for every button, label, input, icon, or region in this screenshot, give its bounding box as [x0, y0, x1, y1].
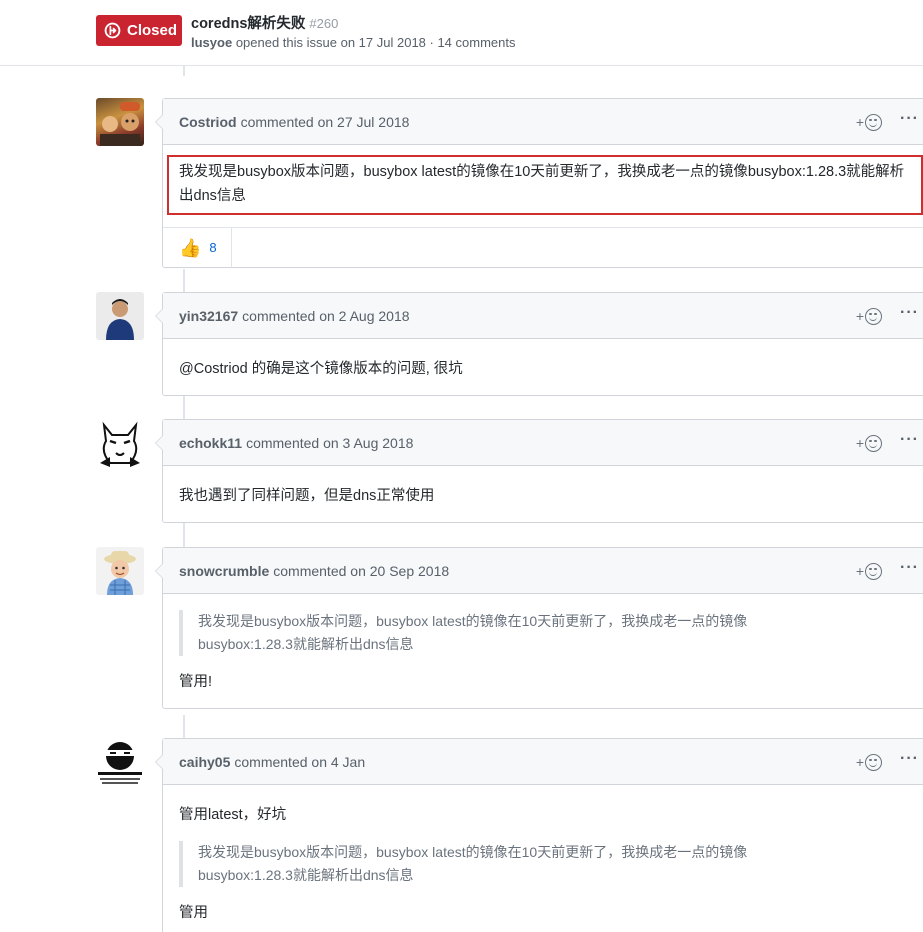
comment-actions: + ··· — [856, 99, 919, 145]
comment-body: 我发现是busybox版本问题，busybox latest的镜像在10天前更新… — [163, 145, 923, 227]
comment-timestamp[interactable]: commented on 2 Aug 2018 — [242, 308, 409, 324]
smiley-icon — [865, 113, 883, 131]
avatar-echokk-image — [100, 421, 140, 467]
comment-text: 我也遇到了同样问题，但是dns正常使用 — [179, 488, 435, 504]
comment-body: 我也遇到了同样问题，但是dns正常使用 — [163, 466, 923, 522]
avatar[interactable] — [96, 738, 144, 786]
comment-box: Costriod commented on 27 Jul 2018 + ··· … — [155, 98, 923, 268]
comment-actions: + ··· — [856, 548, 919, 594]
avatar-costriod-image — [100, 102, 140, 146]
comment-text: 管用latest，好坑 — [179, 807, 287, 823]
comment-body: 管用latest，好坑 我发现是busybox版本问题，busybox late… — [163, 785, 923, 932]
issue-closed-icon — [104, 22, 121, 39]
plus-icon: + — [855, 754, 865, 770]
comment-actions: + ··· — [856, 739, 919, 785]
comment-header: caihy05 commented on 4 Jan + ··· — [163, 739, 923, 785]
more-options-icon[interactable]: ··· — [900, 432, 919, 454]
issue-state-label: Closed — [127, 22, 178, 39]
avatar-snowcrumble-image — [104, 551, 136, 595]
comment-box: yin32167 commented on 2 Aug 2018 + ··· @… — [155, 292, 923, 396]
comment-box: caihy05 commented on 4 Jan + ··· 管用lates… — [155, 738, 923, 932]
comment-author[interactable]: echokk11 — [179, 435, 242, 451]
comment-header: snowcrumble commented on 20 Sep 2018 + ·… — [163, 548, 923, 594]
comment-header: echokk11 commented on 3 Aug 2018 + ··· — [163, 420, 923, 466]
comment-actions: + ··· — [856, 420, 919, 466]
comment-actions: + ··· — [856, 293, 919, 339]
comment-author[interactable]: caihy05 — [179, 754, 230, 770]
more-options-icon[interactable]: ··· — [900, 111, 919, 133]
comment-body: 我发现是busybox版本问题，busybox latest的镜像在10天前更新… — [163, 594, 923, 708]
comment-text: 管用 — [179, 905, 208, 921]
thumbs-up-icon: 👍 — [179, 237, 202, 258]
comment-author[interactable]: Costriod — [179, 114, 237, 130]
issue-number: #260 — [309, 16, 339, 31]
quoted-text: 我发现是busybox版本问题，busybox latest的镜像在10天前更新… — [179, 610, 799, 656]
plus-icon: + — [855, 563, 865, 579]
comment-timestamp[interactable]: commented on 3 Aug 2018 — [246, 435, 413, 451]
add-reaction-button[interactable]: + — [855, 562, 883, 580]
avatar[interactable] — [96, 547, 144, 595]
add-reaction-button[interactable]: + — [855, 434, 883, 452]
issue-title-text[interactable]: coredns解析失败 — [191, 16, 305, 32]
timeline-line — [183, 66, 185, 76]
issue-state-badge: Closed — [96, 15, 182, 46]
avatar[interactable] — [96, 98, 144, 146]
quoted-text: 我发现是busybox版本问题，busybox latest的镜像在10天前更新… — [179, 841, 799, 887]
plus-icon: + — [855, 114, 865, 130]
comment-box: echokk11 commented on 3 Aug 2018 + ··· 我… — [155, 419, 923, 523]
comment-header: Costriod commented on 27 Jul 2018 + ··· — [163, 99, 923, 145]
highlight-annotation-box: 我发现是busybox版本问题，busybox latest的镜像在10天前更新… — [167, 155, 923, 215]
comment-author[interactable]: yin32167 — [179, 308, 238, 324]
issue-title: coredns解析失败 #260 — [191, 12, 338, 33]
add-reaction-button[interactable]: + — [855, 753, 883, 771]
comment-timestamp[interactable]: commented on 4 Jan — [234, 754, 365, 770]
avatar-yin-image — [106, 299, 134, 340]
add-reaction-button[interactable]: + — [855, 307, 883, 325]
more-options-icon[interactable]: ··· — [900, 560, 919, 582]
avatar[interactable] — [96, 292, 144, 340]
timeline-line — [183, 715, 185, 739]
comment-text: 我发现是busybox版本问题，busybox latest的镜像在10天前更新… — [179, 164, 905, 204]
reaction-count: 8 — [209, 240, 217, 255]
timeline-line — [183, 523, 185, 547]
comment-timestamp[interactable]: commented on 27 Jul 2018 — [241, 114, 410, 130]
more-options-icon[interactable]: ··· — [900, 751, 919, 773]
plus-icon: + — [855, 308, 865, 324]
smiley-icon — [865, 562, 883, 580]
comment-body: @Costriod 的确是这个镜像版本的问题, 很坑 — [163, 339, 923, 395]
issue-meta-text: opened this issue on 17 Jul 2018 · 14 co… — [235, 35, 516, 50]
more-options-icon[interactable]: ··· — [900, 305, 919, 327]
comment-header: yin32167 commented on 2 Aug 2018 + ··· — [163, 293, 923, 339]
avatar[interactable] — [96, 419, 144, 467]
smiley-icon — [865, 434, 883, 452]
reactions-bar: 👍 8 — [163, 227, 923, 268]
smiley-icon — [865, 753, 883, 771]
smiley-icon — [865, 307, 883, 325]
issue-meta: lusyoe opened this issue on 17 Jul 2018 … — [191, 35, 515, 50]
avatar-caihy-image — [98, 742, 142, 784]
add-reaction-button[interactable]: + — [855, 113, 883, 131]
comment-box: snowcrumble commented on 20 Sep 2018 + ·… — [155, 547, 923, 709]
comment-text: @Costriod 的确是这个镜像版本的问题, 很坑 — [179, 361, 463, 377]
plus-icon: + — [855, 435, 865, 451]
comment-text: 管用! — [179, 674, 213, 690]
issue-author-link[interactable]: lusyoe — [191, 35, 232, 50]
comment-author[interactable]: snowcrumble — [179, 563, 269, 579]
comment-timestamp[interactable]: commented on 20 Sep 2018 — [273, 563, 449, 579]
issue-header: Closed coredns解析失败 #260 lusyoe opened thi… — [0, 0, 923, 66]
timeline-line — [183, 269, 185, 293]
reaction-thumbs-up[interactable]: 👍 8 — [163, 227, 232, 268]
timeline-line — [183, 396, 185, 420]
